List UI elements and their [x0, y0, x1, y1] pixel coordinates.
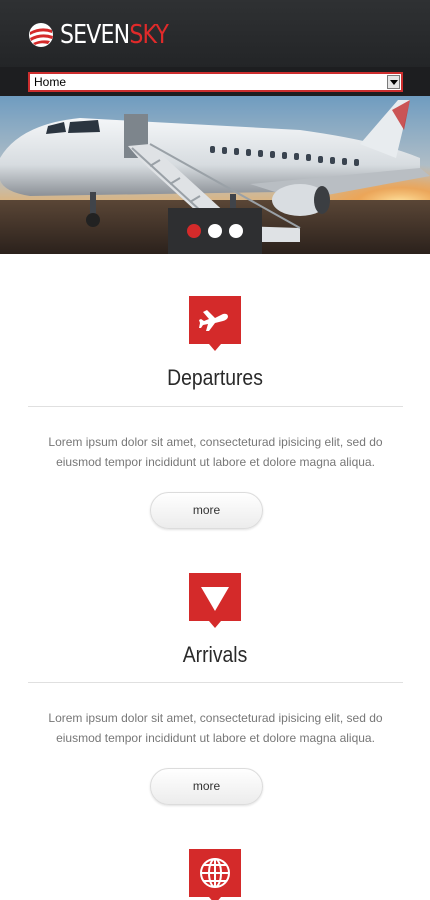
site-header: SEVENSKY: [0, 0, 430, 67]
logo[interactable]: SEVENSKY: [28, 18, 187, 52]
chevron-down-icon[interactable]: [387, 75, 400, 89]
nav-select-value: Home: [34, 75, 67, 89]
plane-icon: [187, 294, 243, 354]
section-title-arrivals: Arrivals: [182, 642, 248, 667]
slider-dot-1[interactable]: [187, 224, 201, 238]
section-title-departures: Departures: [167, 365, 263, 390]
section-description: Lorem ipsum dolor sit amet, consectetura…: [48, 711, 383, 745]
nav-bar: Home: [0, 67, 430, 96]
slider-pagination: [168, 208, 262, 254]
section-description: Lorem ipsum dolor sit amet, consectetura…: [48, 435, 383, 469]
logo-text: SEVENSKY: [60, 20, 169, 50]
arrow-down-icon: [187, 571, 243, 631]
slider-dot-2[interactable]: [208, 224, 222, 238]
slider-dot-3[interactable]: [229, 224, 243, 238]
divider: [28, 682, 403, 683]
logo-icon: [29, 23, 53, 47]
divider: [28, 406, 403, 407]
departures-more-button[interactable]: more: [150, 492, 263, 529]
nav-select[interactable]: Home: [28, 72, 403, 92]
globe-icon: [187, 847, 243, 900]
arrivals-more-button[interactable]: more: [150, 768, 263, 805]
